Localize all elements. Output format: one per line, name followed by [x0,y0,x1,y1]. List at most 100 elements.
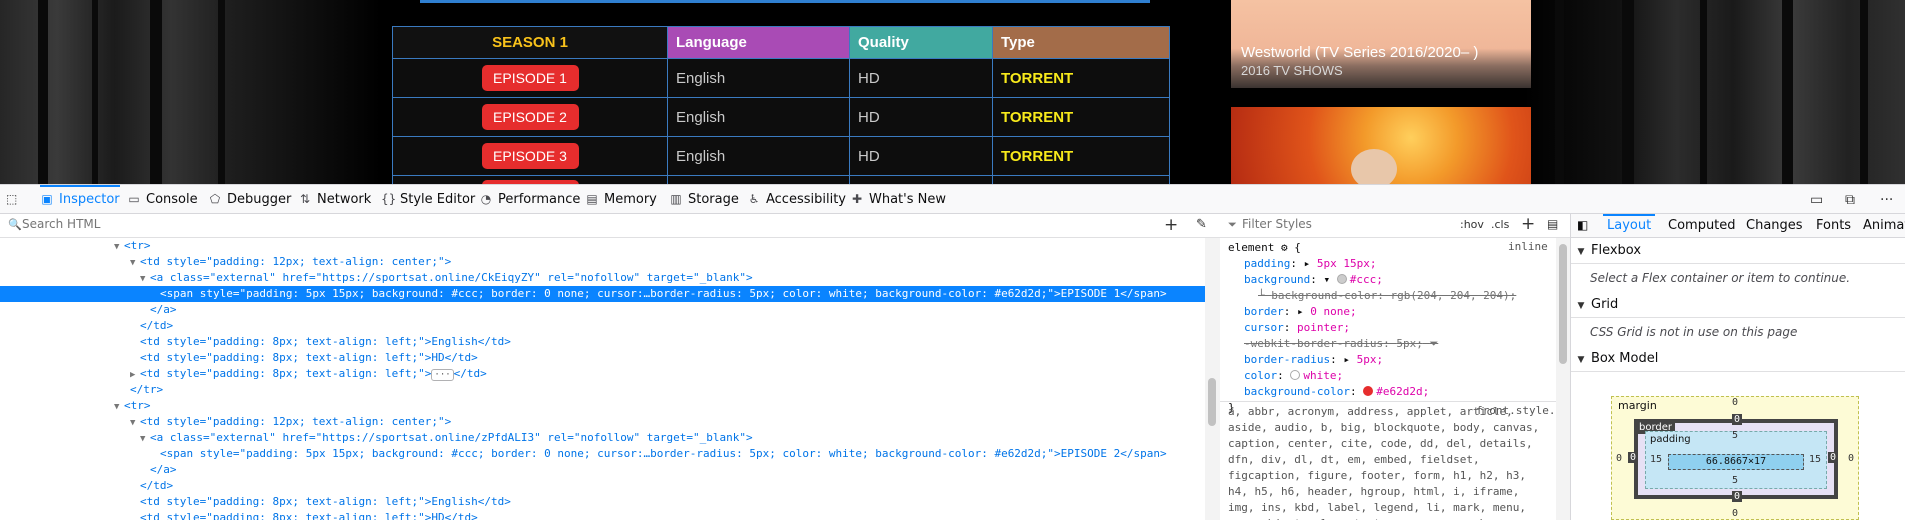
markup-line[interactable]: <td style="padding: 8px; text-align: lef… [0,334,1205,350]
css-declaration[interactable]: border-radius: ▸ 5px; [1244,352,1383,368]
tab-storage[interactable]: ▥ Storage [669,185,739,214]
add-node-icon[interactable]: + [1164,215,1178,235]
markup-line[interactable]: ▶ <td style="padding: 8px; text-align: le… [0,366,1205,382]
toggle-sidebar-icon[interactable]: ◧ [1577,214,1588,237]
css-declaration-overridden[interactable]: └ background-color: rgb(204, 204, 204); [1258,288,1516,304]
table-row: EPISODE 1 English HD TORRENT [392,58,1170,98]
box-model-padding[interactable]: padding 5 5 15 15 66.8667×17 [1645,430,1827,489]
tab-animations[interactable]: Animat [1863,214,1905,237]
eyedropper-icon[interactable]: ✎ [1196,217,1207,232]
css-declaration-invalid[interactable]: -webkit-border-radius: 5px; ⏷ [1244,336,1438,352]
border-bottom-value[interactable]: 0 [1732,491,1743,502]
markup-line-selected[interactable]: <span style="padding: 5px 15px; backgrou… [0,286,1205,302]
padding-right-value[interactable]: 15 [1809,454,1821,465]
flexbox-section-header[interactable]: ▼ Flexbox [1571,238,1905,264]
css-declaration[interactable]: padding: ▸ 5px 15px; [1244,256,1376,272]
tab-debugger[interactable]: ⬠ Debugger [208,185,292,214]
tab-computed[interactable]: Computed [1668,214,1736,237]
rules-scrollbar[interactable] [1556,238,1570,520]
padding-left-value[interactable]: 15 [1650,454,1662,465]
tab-fonts[interactable]: Fonts [1816,214,1851,237]
border-right-value[interactable]: 0 [1828,452,1839,463]
search-html-input[interactable] [22,217,1122,231]
pick-element-icon[interactable]: ⬚ [6,192,17,206]
accessibility-icon: ♿ [748,192,760,206]
markup-line[interactable]: ▼ <tr> [0,238,1205,254]
hover-state-toggle[interactable]: :hov [1460,218,1484,231]
markup-line[interactable]: </td> [0,478,1205,494]
episode-2-button[interactable]: EPISODE 2 [481,104,579,130]
markup-line[interactable]: ▼ <tr> [0,398,1205,414]
grid-section-header[interactable]: ▼ Grid [1571,292,1905,318]
margin-left-value[interactable]: 0 [1616,453,1622,464]
expand-arrow-icon[interactable]: ▼ [114,399,124,415]
filter-styles-input[interactable] [1242,217,1392,231]
margin-top-value[interactable]: 0 [1732,397,1738,408]
expand-arrow-icon[interactable]: ▼ [140,271,150,287]
box-model-border[interactable]: border 0 0 0 0 padding 5 5 15 15 66.8667… [1628,414,1839,502]
border-top-value[interactable]: 0 [1732,414,1743,425]
westworld-card[interactable]: Westworld (TV Series 2016/2020– ) 2016 T… [1231,0,1531,88]
markup-line[interactable]: <span style="padding: 5px 15px; backgrou… [0,446,1205,462]
add-rule-icon[interactable]: + [1521,214,1535,234]
collapsed-content-icon[interactable]: ··· [431,369,454,381]
box-model-margin[interactable]: margin 0 0 0 0 border 0 0 0 0 padding 5 … [1611,396,1859,520]
print-media-icon[interactable]: ▤ [1547,217,1558,231]
scrollbar-thumb[interactable] [1208,378,1216,426]
gear-icon[interactable]: ⚙ [1281,241,1288,254]
markup-line[interactable]: ▼ <a class="external" href="https://sport… [0,270,1205,286]
markup-line[interactable]: ▼ <td style="padding: 12px; text-align: c… [0,254,1205,270]
episode-1-button[interactable]: EPISODE 1 [481,65,579,91]
tab-layout[interactable]: Layout [1602,214,1656,237]
dock-options-icon[interactable]: ⧉ [1845,192,1855,208]
margin-bottom-value[interactable]: 0 [1732,508,1738,519]
tab-accessibility[interactable]: ♿ Accessibility [747,185,846,214]
tab-performance[interactable]: ◔ Performance [479,185,581,214]
color-swatch[interactable] [1336,274,1347,284]
episode-3-button[interactable]: EPISODE 3 [481,143,579,169]
tab-memory[interactable]: ▤ Memory [585,185,657,214]
expand-arrow-icon[interactable]: ▼ [140,431,150,447]
tab-inspector[interactable]: ▣ Inspector [40,185,120,214]
scrollbar-thumb[interactable] [1559,244,1567,364]
tab-changes[interactable]: Changes [1746,214,1803,237]
markup-line[interactable]: ▼ <td style="padding: 12px; text-align: c… [0,414,1205,430]
css-declaration[interactable]: cursor: pointer; [1244,320,1350,336]
markup-scrollbar[interactable] [1205,238,1220,520]
padding-top-value[interactable]: 5 [1732,430,1738,441]
markup-line[interactable]: <td style="padding: 8px; text-align: lef… [0,510,1205,520]
tab-whats-new[interactable]: ✚ What's New [850,185,946,214]
inline-label: inline [1508,240,1548,253]
expand-arrow-icon[interactable]: ▼ [130,415,140,431]
css-declaration[interactable]: background: ▾ #ccc; [1244,272,1383,288]
css-declaration[interactable]: color: white; [1244,368,1343,384]
tab-style-editor[interactable]: {} Style Editor [381,185,475,214]
margin-right-value[interactable]: 0 [1848,453,1854,464]
markup-line[interactable]: <td style="padding: 8px; text-align: lef… [0,350,1205,366]
box-model-section-header[interactable]: ▼ Box Model [1571,346,1905,372]
markup-line[interactable]: </a> [0,462,1205,478]
markup-line[interactable]: <td style="padding: 8px; text-align: lef… [0,494,1205,510]
padding-bottom-value[interactable]: 5 [1732,475,1738,486]
markup-line[interactable]: ▼ <a class="external" href="https://sport… [0,430,1205,446]
filter-funnel-icon[interactable]: ⏷ [1429,337,1438,350]
collapse-arrow-icon[interactable]: ▶ [130,367,140,383]
box-model-content-size[interactable]: 66.8667×17 [1668,454,1804,470]
color-swatch[interactable] [1290,370,1301,380]
class-toggle[interactable]: .cls [1491,218,1509,231]
expand-arrow-icon[interactable]: ▼ [130,255,140,271]
more-options-icon[interactable]: ··· [1880,192,1893,208]
tab-console[interactable]: ▭ Console [127,185,197,214]
markup-line[interactable]: </tr> [0,382,1205,398]
markup-line[interactable]: </a> [0,302,1205,318]
chevron-down-icon: ▼ [1577,247,1585,257]
markup-line[interactable]: </td> [0,318,1205,334]
border-left-value[interactable]: 0 [1628,452,1639,463]
tab-network[interactable]: ⇅ Network [298,185,371,214]
css-declaration[interactable]: border: ▸ 0 none; [1244,304,1357,320]
responsive-design-icon[interactable]: ▭ [1810,192,1823,208]
expand-arrow-icon[interactable]: ▼ [114,239,124,255]
show-poster-card[interactable] [1231,107,1531,184]
color-swatch[interactable] [1363,386,1374,396]
css-declaration[interactable]: background-color: #e62d2d; [1244,384,1429,400]
